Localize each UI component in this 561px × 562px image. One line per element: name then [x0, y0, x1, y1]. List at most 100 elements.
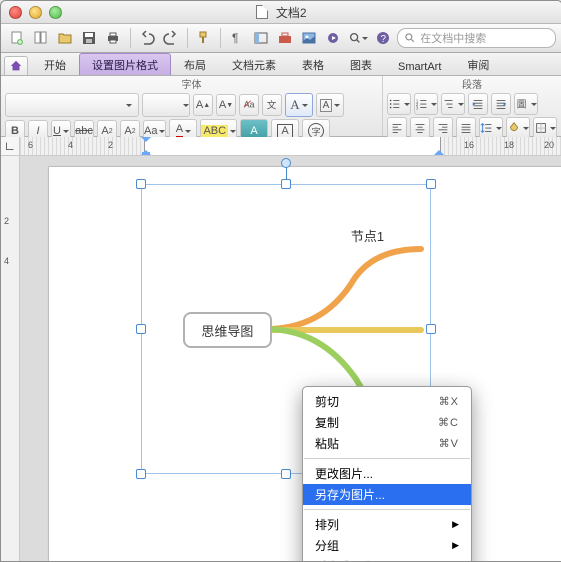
toolbox-button[interactable]: [275, 27, 295, 49]
ctx-copy[interactable]: 复制⌘C: [303, 412, 471, 433]
tab-smartart[interactable]: SmartArt: [385, 57, 454, 75]
ctx-arrange[interactable]: 排列▶: [303, 514, 471, 535]
resize-handle-s[interactable]: [281, 469, 291, 479]
chevron-down-icon: [362, 37, 368, 43]
number-list-dropdown[interactable]: 123: [414, 93, 438, 115]
new-button[interactable]: [7, 27, 27, 49]
home-tab-icon[interactable]: [4, 56, 28, 75]
format-painter-button[interactable]: [194, 27, 214, 49]
close-window-button[interactable]: [9, 6, 22, 19]
tab-selector[interactable]: [1, 137, 20, 155]
media-button[interactable]: [323, 27, 343, 49]
tab-picture-format[interactable]: 设置图片格式: [79, 53, 171, 75]
smartart-node-1-label[interactable]: 节点1: [351, 226, 384, 245]
branch-line-1: [261, 234, 431, 354]
chevron-down-icon: [404, 103, 410, 109]
sidebar-button[interactable]: [251, 27, 271, 49]
submenu-arrow-icon: ▶: [452, 519, 459, 530]
chevron-down-icon: [334, 104, 340, 110]
tab-charts[interactable]: 图表: [337, 53, 385, 75]
chevron-down-icon: [63, 130, 69, 136]
svg-text:3: 3: [416, 105, 419, 110]
chevron-down-icon: [185, 130, 191, 136]
chevron-down-icon: [523, 127, 529, 133]
resize-handle-e[interactable]: [426, 324, 436, 334]
font-size-dropdown[interactable]: [142, 93, 190, 117]
ctx-paste[interactable]: 粘贴⌘V: [303, 433, 471, 454]
shrink-font-button[interactable]: A▼: [216, 94, 236, 116]
ruler[interactable]: 6 4 2 2 4 6 8 10 12 14 16 18 20: [20, 137, 561, 155]
save-button[interactable]: [79, 27, 99, 49]
tab-review[interactable]: 审阅: [454, 53, 502, 75]
zoom-dropdown[interactable]: [347, 27, 369, 49]
smartart-center-node[interactable]: 思维导图: [183, 312, 272, 348]
rotation-handle[interactable]: [281, 158, 291, 168]
gallery-button[interactable]: [299, 27, 319, 49]
svg-text:¶: ¶: [232, 31, 238, 45]
app-window: 文档2 ¶ ? 在文档中搜索 开始 设置图片格式 布局 文档元素 表格: [0, 0, 561, 562]
new-template-button[interactable]: [31, 27, 51, 49]
search-placeholder: 在文档中搜索: [420, 30, 486, 46]
tab-tables[interactable]: 表格: [289, 53, 337, 75]
help-button[interactable]: ?: [373, 27, 393, 49]
chevron-down-icon: [496, 127, 502, 133]
align-left-button[interactable]: [387, 117, 407, 139]
bullet-list-dropdown[interactable]: [387, 93, 411, 115]
toolbar: ¶ ? 在文档中搜索: [1, 24, 561, 53]
align-right-button[interactable]: [433, 117, 453, 139]
print-button[interactable]: [103, 27, 123, 49]
ruler-vertical[interactable]: 2 4: [1, 156, 20, 561]
grow-font-button[interactable]: A▲: [193, 94, 213, 116]
chevron-down-icon: [230, 130, 236, 136]
tab-document-elements[interactable]: 文档元素: [219, 53, 289, 75]
chevron-down-icon: [159, 130, 165, 136]
ruler-active-area: [144, 137, 441, 155]
chevron-down-icon: [531, 103, 537, 109]
minimize-window-button[interactable]: [29, 6, 42, 19]
left-indent-marker[interactable]: [142, 152, 150, 155]
multilevel-list-dropdown[interactable]: [441, 93, 465, 115]
open-button[interactable]: [55, 27, 75, 49]
shading-dropdown[interactable]: [506, 117, 530, 139]
resize-handle-sw[interactable]: [136, 469, 146, 479]
svg-text:?: ?: [381, 34, 387, 45]
undo-button[interactable]: [136, 27, 156, 49]
show-formatting-button[interactable]: ¶: [227, 27, 247, 49]
tab-start[interactable]: 开始: [31, 53, 79, 75]
resize-handle-n[interactable]: [281, 179, 291, 189]
borders-dropdown[interactable]: [533, 117, 557, 139]
redo-button[interactable]: [161, 27, 181, 49]
align-justify-button[interactable]: [456, 117, 476, 139]
increase-indent-button[interactable]: [491, 93, 511, 115]
chevron-down-icon: [126, 104, 132, 110]
ctx-align[interactable]: 对齐或分布▶: [303, 556, 471, 561]
line-spacing-dropdown[interactable]: [479, 117, 503, 139]
ctx-group[interactable]: 分组▶: [303, 535, 471, 556]
group-label: 字体: [1, 76, 382, 92]
resize-handle-nw[interactable]: [136, 179, 146, 189]
style-a-dropdown[interactable]: A: [285, 93, 313, 117]
zoom-window-button[interactable]: [49, 6, 62, 19]
font-family-dropdown[interactable]: [5, 93, 139, 117]
window-title-text: 文档2: [276, 6, 307, 20]
ctx-cut[interactable]: 剪切⌘X: [303, 391, 471, 412]
toolbar-separator: [187, 28, 188, 48]
text-box-dropdown[interactable]: A: [316, 93, 344, 117]
align-center-button[interactable]: [410, 117, 430, 139]
search-field[interactable]: 在文档中搜索: [397, 28, 556, 48]
resize-handle-w[interactable]: [136, 324, 146, 334]
ribbon-tabs: 开始 设置图片格式 布局 文档元素 表格 图表 SmartArt 审阅: [1, 53, 561, 76]
chevron-down-icon: [458, 103, 464, 109]
ctx-change-picture[interactable]: 更改图片...: [303, 463, 471, 484]
right-indent-marker[interactable]: [434, 145, 444, 155]
asian-layout-dropdown[interactable]: 圖: [514, 93, 538, 115]
clear-formatting-button[interactable]: Aa: [239, 94, 259, 116]
submenu-arrow-icon: ▶: [452, 540, 459, 551]
phonetic-guide-button[interactable]: 文: [262, 94, 282, 116]
resize-handle-ne[interactable]: [426, 179, 436, 189]
tab-layout[interactable]: 布局: [171, 53, 219, 75]
window-title: 文档2: [1, 4, 561, 21]
decrease-indent-button[interactable]: [468, 93, 488, 115]
toolbar-separator: [130, 28, 131, 48]
ctx-save-as-picture[interactable]: 另存为图片...: [303, 484, 471, 505]
